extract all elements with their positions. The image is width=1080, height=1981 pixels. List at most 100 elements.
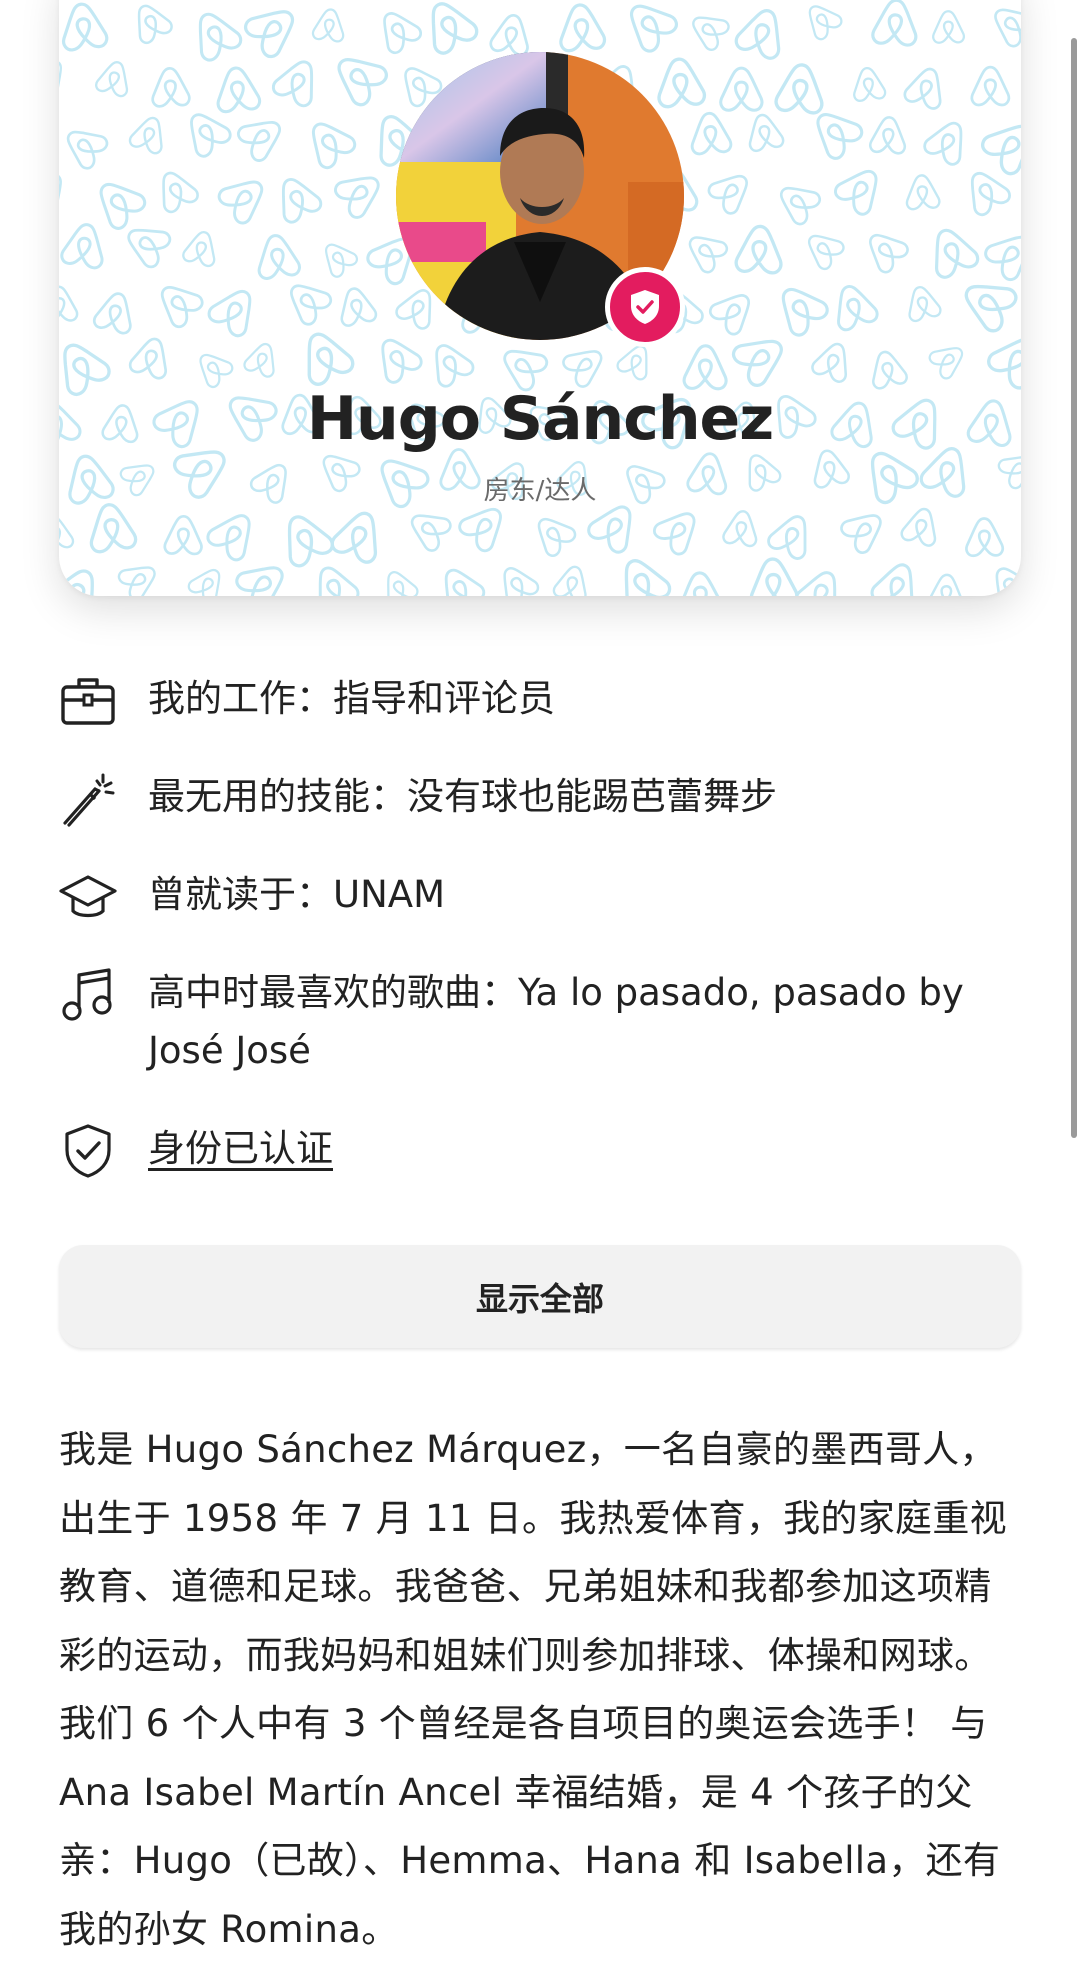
pattern-logo (204, 279, 265, 341)
pattern-logo (126, 0, 176, 47)
pattern-logo (984, 0, 1021, 51)
show-all-button[interactable]: 显示全部 (59, 1245, 1021, 1348)
pattern-logo (682, 343, 729, 391)
fact-label: 曾就读于： (148, 873, 333, 916)
pattern-logo (180, 227, 222, 269)
pattern-logo (679, 225, 731, 277)
pattern-logo (150, 164, 202, 216)
fact-label: 我的工作： (148, 677, 333, 720)
pattern-logo (59, 163, 74, 219)
pattern-logo (931, 9, 966, 44)
host-bio: 我是 Hugo Sánchez Márquez，一名自豪的墨西哥人，出生于 19… (59, 1428, 1007, 1951)
pattern-logo (298, 111, 360, 173)
pattern-logo (272, 505, 337, 571)
pattern-logo (654, 55, 707, 110)
pattern-logo (492, 558, 542, 596)
pattern-logo (983, 324, 1021, 394)
pattern-logo (677, 570, 724, 596)
pattern-logo (311, 6, 348, 44)
shield-check-icon (65, 1124, 111, 1178)
pattern-logo (684, 5, 733, 54)
pattern-logo (149, 274, 207, 332)
pattern-logo (59, 559, 109, 596)
pattern-logo (903, 173, 941, 211)
pattern-logo (617, 0, 682, 56)
pattern-logo (253, 231, 302, 281)
fact-label: 高中时最喜欢的歌曲： (148, 971, 518, 1014)
pattern-logo (868, 556, 926, 596)
pattern-logo (59, 513, 76, 553)
pattern-logo (232, 552, 295, 596)
verified-badge (605, 267, 685, 347)
pattern-logo (551, 561, 593, 596)
pattern-logo (849, 65, 887, 103)
pattern-logo (899, 503, 944, 549)
pattern-logo (328, 504, 390, 567)
fact-value: 没有球也能踢芭蕾舞步 (407, 775, 777, 818)
pattern-logo (868, 114, 909, 156)
pattern-logo (149, 66, 192, 109)
pattern-logo (743, 110, 786, 154)
pattern-logo (920, 113, 975, 169)
graduation-cap-icon (59, 875, 117, 918)
pattern-logo (706, 283, 762, 339)
pattern-logo (86, 170, 150, 234)
pattern-logo (190, 344, 236, 391)
pattern-logo (609, 549, 675, 596)
profile-card: Hugo Sánchez 房东/达人 (59, 0, 1021, 596)
pattern-logo (770, 175, 824, 228)
pattern-logo (59, 118, 111, 173)
pattern-logo (870, 0, 920, 48)
pattern-logo (556, 1, 607, 53)
pattern-logo (59, 284, 79, 324)
music-note-icon (62, 968, 112, 1021)
pattern-logo (809, 336, 857, 385)
host-role: 房东/达人 (483, 476, 597, 506)
verified-shield-icon (631, 290, 659, 324)
fact-identity-verified[interactable]: 身份已认证 (59, 1120, 1021, 1178)
pattern-logo (214, 167, 275, 228)
pattern-logo (901, 62, 951, 112)
pattern-logo (488, 10, 535, 58)
pattern-logo (902, 282, 943, 324)
pattern-logo (234, 108, 291, 165)
pattern-logo (830, 159, 891, 219)
pattern-logo (127, 332, 175, 382)
pattern-logo (704, 163, 759, 218)
pattern-logo (559, 338, 612, 391)
pattern-logo (91, 288, 139, 336)
pattern-logo (402, 502, 455, 555)
pattern-logo (431, 559, 488, 596)
pattern-logo (983, 558, 1021, 596)
pattern-logo (331, 163, 390, 222)
pattern-logo (799, 224, 848, 273)
scrollbar[interactable] (1071, 38, 1077, 1138)
pattern-logo (115, 555, 164, 596)
pattern-logo (334, 283, 379, 329)
pattern-logo (163, 514, 204, 556)
pattern-logo (59, 219, 110, 271)
pattern-logo (728, 325, 794, 391)
pattern-logo (977, 110, 1021, 179)
pattern-logo (371, 2, 425, 57)
identity-verified-link[interactable]: 身份已认证 (148, 1127, 333, 1170)
pattern-logo (416, 0, 482, 58)
pattern-logo (721, 507, 761, 548)
magic-wand-icon (63, 773, 115, 827)
pattern-logo (798, 0, 845, 43)
pattern-logo (376, 564, 421, 596)
pattern-logo (773, 61, 827, 116)
pattern-logo (59, 51, 73, 100)
pattern-logo (292, 323, 358, 389)
pattern-logo (837, 502, 892, 557)
pattern-logo (59, 0, 110, 53)
briefcase-icon (61, 678, 115, 725)
fact-school: 曾就读于：UNAM (59, 866, 1021, 924)
pattern-logo (734, 223, 785, 275)
fact-label: 最无用的技能： (148, 775, 407, 818)
pattern-logo (241, 338, 283, 380)
fact-useless-skill: 最无用的技能：没有球也能踢芭蕾舞步 (59, 768, 1021, 827)
pattern-logo (93, 57, 135, 99)
pattern-logo (184, 3, 246, 65)
pattern-logo (981, 223, 1021, 285)
